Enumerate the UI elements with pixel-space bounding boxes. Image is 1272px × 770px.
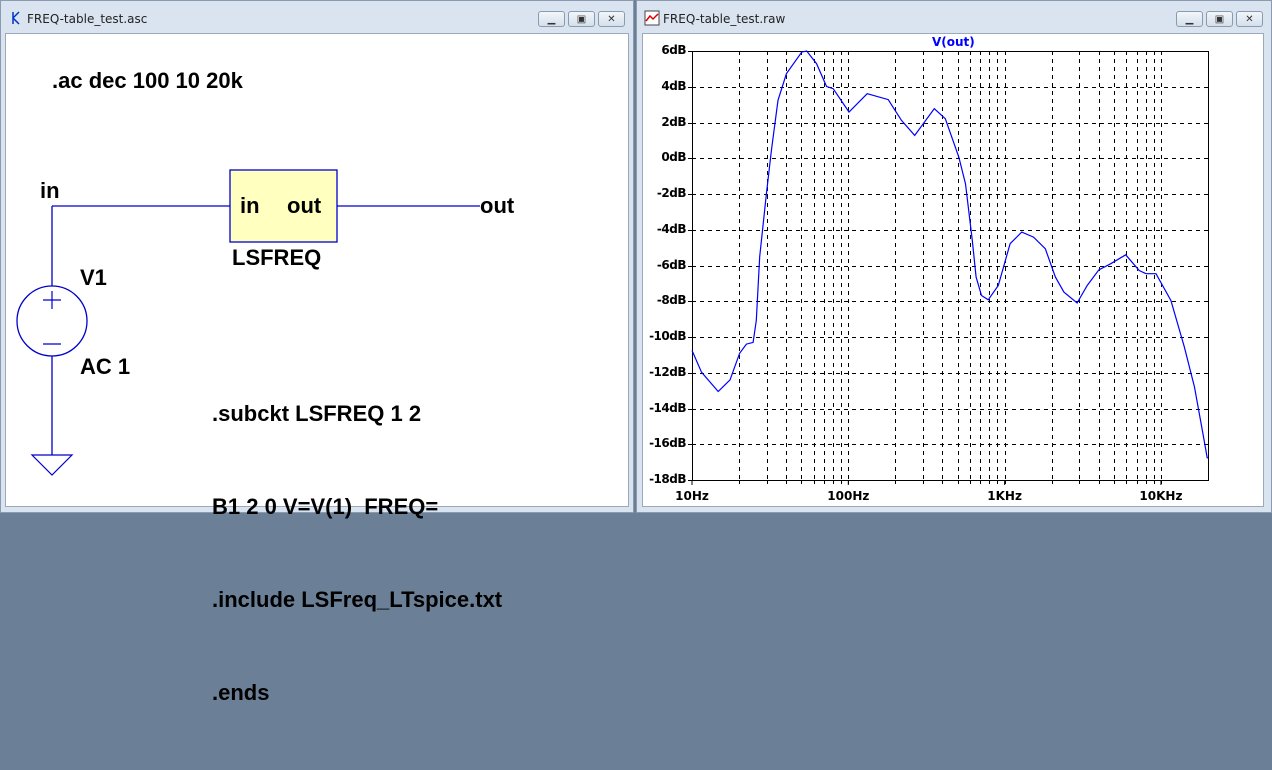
plot-window: FREQ-table_test.raw ▁ ▣ ✕ V(out) 6dB 4dB 2… bbox=[636, 0, 1272, 513]
plot-area[interactable] bbox=[2, 2, 1272, 515]
trace-v-out bbox=[691, 50, 1208, 459]
netlist-line: .include LSFreq_LTspice.txt bbox=[212, 587, 503, 612]
netlist-line: .ends bbox=[212, 680, 270, 705]
plot-pane[interactable]: V(out) 6dB 4dB 2dB 0dB -2dB -4dB -6dB -8dB -10dB… bbox=[642, 33, 1264, 507]
